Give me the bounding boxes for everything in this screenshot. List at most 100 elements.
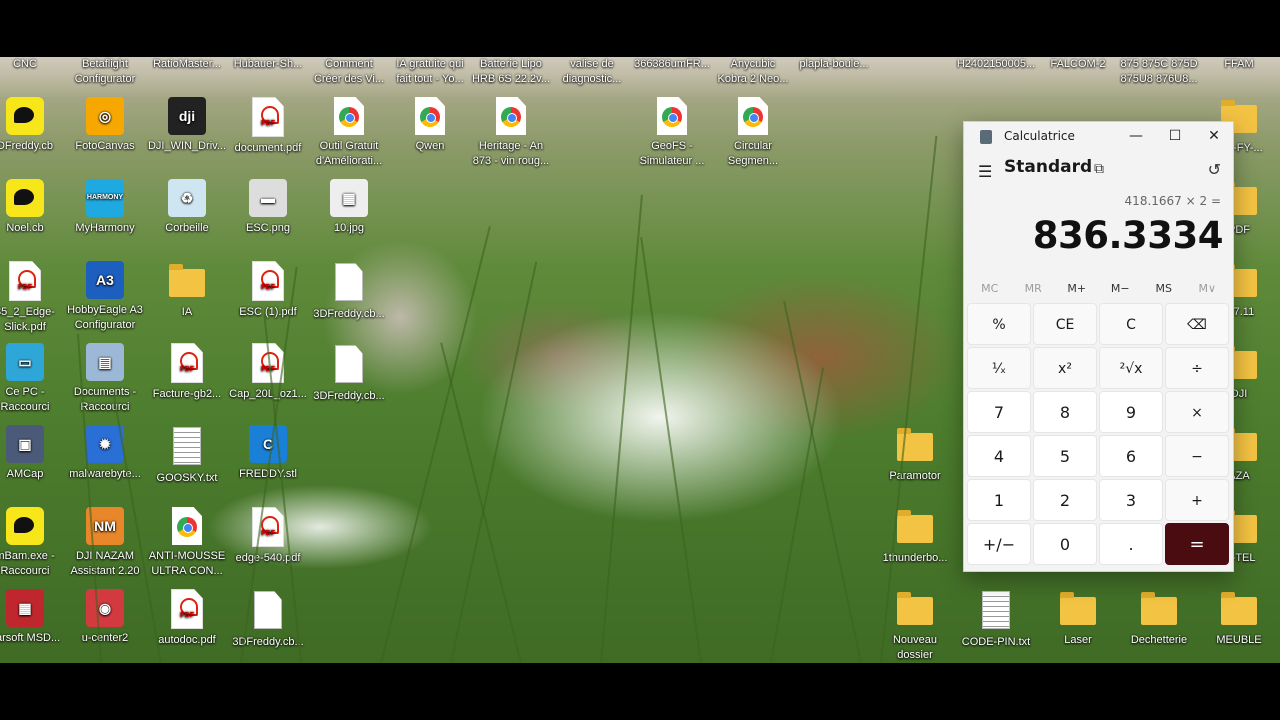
- icon-dfreddy-cb[interactable]: DFreddy.cb: [0, 97, 65, 154]
- reciprocal-key[interactable]: ¹⁄ₓ: [967, 347, 1031, 389]
- top-icon-label[interactable]: 366386umFR...: [632, 57, 712, 72]
- icon-1thunderbo[interactable]: 1thunderbo...: [875, 507, 955, 566]
- square-key[interactable]: x²: [1033, 347, 1097, 389]
- calculator-result: 836.3334: [1032, 214, 1224, 257]
- icon-goosky[interactable]: GOOSKY.txt: [147, 425, 227, 486]
- icon-geofs[interactable]: GeoFS - Simulateur ...: [632, 97, 712, 169]
- top-icon-label[interactable]: CNC: [0, 57, 65, 72]
- digit-4-key[interactable]: 4: [967, 435, 1031, 477]
- top-icon-label[interactable]: IA gratuite qui fait tout - Yo...: [390, 57, 470, 87]
- digit-5-key[interactable]: 5: [1033, 435, 1097, 477]
- top-icon-label[interactable]: Batterie Lipo HRB 6S 22.2v...: [471, 57, 551, 87]
- icon-ce-pc[interactable]: ▭ Ce PC - Raccourci: [0, 343, 65, 415]
- top-icon-label[interactable]: RatioMaster...: [147, 57, 227, 72]
- minimize-button[interactable]: —: [1117, 122, 1155, 152]
- grass-blade: [880, 135, 938, 663]
- digit-1-key[interactable]: 1: [967, 479, 1031, 521]
- icon-document-pdf[interactable]: document.pdf: [228, 97, 308, 156]
- icon-documents[interactable]: ▤ Documents - Raccourci: [65, 343, 145, 415]
- top-icon-label[interactable]: FALCOM-2: [1038, 57, 1118, 72]
- digit-8-key[interactable]: 8: [1033, 391, 1097, 433]
- calculator-window[interactable]: Calculatrice — ☐ ✕ ☰ Standard ⧉ ↺ 418.16…: [963, 121, 1234, 572]
- memory-button-ms[interactable]: MS: [1144, 276, 1184, 302]
- top-icon-label[interactable]: Hubauer-Sh...: [228, 57, 308, 72]
- multiply-key[interactable]: ×: [1165, 391, 1229, 433]
- icon-malwarebytes[interactable]: ✹ malwarebyte...: [65, 425, 145, 482]
- icon-hobbyeagle[interactable]: A3 HobbyEagle A3 Configurator: [65, 261, 145, 333]
- negate-key[interactable]: +/−: [967, 523, 1031, 565]
- icon-paramotor[interactable]: Paramotor: [875, 425, 955, 484]
- desktop-icon-label: MyHarmony: [75, 222, 135, 234]
- icon-3dfreddy-2[interactable]: 3DFreddy.cb...: [309, 343, 389, 404]
- minus-key[interactable]: −: [1165, 435, 1229, 477]
- icon-outil-gratuit[interactable]: Outil Gratuit d'Améliorati...: [309, 97, 389, 169]
- digit-6-key[interactable]: 6: [1099, 435, 1163, 477]
- digit-3-key[interactable]: 3: [1099, 479, 1163, 521]
- digit-7-key[interactable]: 7: [967, 391, 1031, 433]
- top-icon-label[interactable]: 875 875C 875D 875U8 876U8...: [1119, 57, 1199, 87]
- icon-ia-folder[interactable]: IA: [147, 261, 227, 320]
- history-icon[interactable]: ↺: [1208, 160, 1221, 179]
- icon-dechetterie[interactable]: Dechetterie: [1119, 589, 1199, 648]
- icon-esc-png[interactable]: ▬ ESC.png: [228, 179, 308, 236]
- top-icon-label[interactable]: Comment Créer des Vi...: [309, 57, 389, 87]
- app-icon: ◉: [86, 589, 124, 627]
- icon-heritage[interactable]: Heritage - An 873 - vin roug...: [471, 97, 551, 169]
- decimal-key[interactable]: .: [1099, 523, 1163, 565]
- maximize-button[interactable]: ☐: [1156, 122, 1194, 152]
- icon-mbam[interactable]: mBam.exe - Raccourci: [0, 507, 65, 579]
- top-icon-label[interactable]: Betaflight Configurator: [65, 57, 145, 87]
- icon-fotocanvas[interactable]: ◎ FotoCanvas: [65, 97, 145, 154]
- icon-laser[interactable]: Laser: [1038, 589, 1118, 648]
- digit-2-key[interactable]: 2: [1033, 479, 1097, 521]
- pdf-file-icon: [9, 261, 41, 301]
- close-button[interactable]: ✕: [1195, 122, 1233, 152]
- clear-entry-key[interactable]: CE: [1033, 303, 1097, 345]
- hamburger-menu-icon[interactable]: ☰: [978, 162, 992, 181]
- top-icon-label[interactable]: plapla-boule...: [794, 57, 874, 72]
- calculator-mode-bar: ☰ Standard ⧉ ↺: [964, 152, 1233, 188]
- calculator-keypad: % CE C ⌫ ¹⁄ₓ x² ²√x ÷ 7 8 9 × 4 5 6− 1 2 3 + +/− 0. =: [967, 303, 1231, 565]
- icon-corbeille[interactable]: ♻ Corbeille: [147, 179, 227, 236]
- icon-meuble[interactable]: MEUBLE: [1199, 589, 1279, 648]
- icon-10-jpg[interactable]: ▦ 10.jpg: [309, 179, 389, 236]
- icon-dji-nazam[interactable]: NMDJI NAZAM Assistant 2.20: [65, 507, 145, 579]
- sqrt-key[interactable]: ²√x: [1099, 347, 1163, 389]
- icon-3dfreddy-1[interactable]: 3DFreddy.cb...: [309, 261, 389, 322]
- keep-on-top-icon[interactable]: ⧉: [1094, 161, 1104, 177]
- percent-key[interactable]: %: [967, 303, 1031, 345]
- top-icon-label[interactable]: FFAM: [1199, 57, 1279, 72]
- clear-key[interactable]: C: [1099, 303, 1163, 345]
- icon-code-pin[interactable]: CODE-PIN.txt: [956, 589, 1036, 650]
- icon-noel-cb[interactable]: Noel.cb: [0, 179, 65, 236]
- icon-autodoc[interactable]: autodoc.pdf: [147, 589, 227, 648]
- pdf-file-icon: [171, 343, 203, 383]
- icon-edge-540[interactable]: edge-540.pdf: [228, 507, 308, 566]
- digit-0-key[interactable]: 0: [1033, 523, 1097, 565]
- icon-circular[interactable]: Circular Segmen...: [713, 97, 793, 169]
- icon-qwen[interactable]: Qwen: [390, 97, 470, 154]
- memory-button-mlist: M∨: [1198, 282, 1217, 295]
- icon-amcap[interactable]: ▣ AMCap: [0, 425, 65, 482]
- backspace-key[interactable]: ⌫: [1165, 303, 1229, 345]
- icon-myharmony[interactable]: HARMONY MyHarmony: [65, 179, 145, 236]
- icon-edge-slick[interactable]: 85_2_Edge- Slick.pdf: [0, 261, 65, 335]
- calculator-titlebar[interactable]: Calculatrice — ☐ ✕: [964, 122, 1233, 152]
- icon-u-center2[interactable]: ◉ u-center2: [65, 589, 145, 646]
- icon-msd[interactable]: ▦ oarsoft MSD...: [0, 589, 65, 646]
- divide-key[interactable]: ÷: [1165, 347, 1229, 389]
- memory-button-mplus[interactable]: M+: [1057, 276, 1097, 302]
- top-icon-label[interactable]: H2402150005...: [956, 57, 1036, 72]
- plus-key[interactable]: +: [1165, 479, 1229, 521]
- desktop-icon-label: IA: [181, 306, 193, 318]
- digit-9-key[interactable]: 9: [1099, 391, 1163, 433]
- memory-button-mminus[interactable]: M−: [1100, 276, 1140, 302]
- equals-key[interactable]: =: [1165, 523, 1229, 565]
- top-icon-label[interactable]: Anycubic Kobra 2 Neo...: [713, 57, 793, 87]
- folder-icon: [1221, 592, 1257, 625]
- desktop-icon-label: Facture-gb2...: [152, 388, 222, 400]
- icon-dji-win-driver[interactable]: dji DJI_WIN_Driv...: [147, 97, 227, 154]
- top-icon-label[interactable]: valise de diagnostic...: [552, 57, 632, 87]
- icon-anti-mousse[interactable]: ANTI-MOUSSE ULTRA CON...: [147, 507, 227, 579]
- icon-facture[interactable]: Facture-gb2...: [147, 343, 227, 402]
